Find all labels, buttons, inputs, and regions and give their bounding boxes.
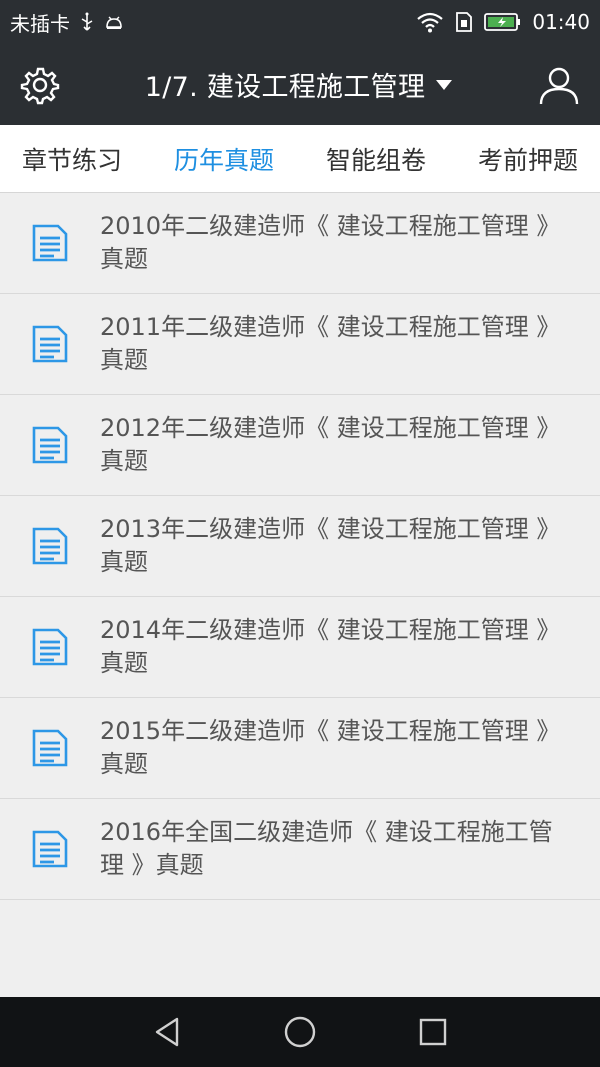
android-debug-icon [104, 13, 124, 31]
tab-bar: 章节练习 历年真题 智能组卷 考前押题 [0, 125, 600, 193]
list-item[interactable]: 2011年二级建造师《 建设工程施工管理 》真题 [0, 294, 600, 395]
page-title: 1/7. 建设工程施工管理 [144, 72, 426, 103]
document-icon [30, 829, 70, 869]
document-icon [30, 627, 70, 667]
settings-gear-icon[interactable] [20, 65, 60, 105]
list-item[interactable]: 2015年二级建造师《 建设工程施工管理 》真题 [0, 698, 600, 799]
tab-smart-paper[interactable]: 智能组卷 [324, 131, 428, 187]
back-triangle-icon[interactable] [147, 1012, 187, 1052]
status-bar: 未插卡 01:40 [0, 0, 600, 44]
tab-chapter-practice[interactable]: 章节练习 [20, 131, 124, 187]
dropdown-caret-icon [435, 79, 453, 91]
tab-pre-exam-prediction[interactable]: 考前押题 [476, 131, 580, 187]
status-left: 未插卡 [10, 8, 124, 37]
document-icon [30, 324, 70, 364]
home-circle-icon[interactable] [280, 1012, 320, 1052]
list-item[interactable]: 2012年二级建造师《 建设工程施工管理 》真题 [0, 395, 600, 496]
recents-square-icon[interactable] [413, 1012, 453, 1052]
sim-icon [454, 11, 474, 33]
battery-charging-icon [484, 12, 522, 32]
tab-past-exams[interactable]: 历年真题 [172, 131, 276, 187]
list-item-title: 2012年二级建造师《 建设工程施工管理 》真题 [100, 414, 561, 475]
clock-text: 01:40 [532, 10, 590, 34]
document-icon [30, 526, 70, 566]
document-icon [30, 728, 70, 768]
carrier-text: 未插卡 [10, 11, 70, 36]
list-item-title: 2015年二级建造师《 建设工程施工管理 》真题 [100, 717, 561, 778]
wifi-icon [416, 11, 444, 33]
list-item-title: 2016年全国二级建造师《 建设工程施工管理 》真题 [100, 818, 553, 879]
usb-icon [80, 12, 94, 32]
list-item-title: 2013年二级建造师《 建设工程施工管理 》真题 [100, 515, 561, 576]
list-item[interactable]: 2013年二级建造师《 建设工程施工管理 》真题 [0, 496, 600, 597]
user-profile-icon[interactable] [538, 64, 580, 106]
document-icon [30, 223, 70, 263]
subject-selector[interactable]: 1/7. 建设工程施工管理 [145, 65, 454, 104]
document-icon [30, 425, 70, 465]
list-item-title: 2010年二级建造师《 建设工程施工管理 》真题 [100, 212, 561, 273]
list-item[interactable]: 2010年二级建造师《 建设工程施工管理 》真题 [0, 193, 600, 294]
list-item[interactable]: 2014年二级建造师《 建设工程施工管理 》真题 [0, 597, 600, 698]
system-nav-bar [0, 997, 600, 1067]
list-item-title: 2011年二级建造师《 建设工程施工管理 》真题 [100, 313, 561, 374]
list-item-title: 2014年二级建造师《 建设工程施工管理 》真题 [100, 616, 561, 677]
app-bar: 1/7. 建设工程施工管理 [0, 44, 600, 125]
exam-list: 2010年二级建造师《 建设工程施工管理 》真题 2011年二级建造师《 建设工… [0, 193, 600, 900]
list-item[interactable]: 2016年全国二级建造师《 建设工程施工管理 》真题 [0, 799, 600, 900]
status-right: 01:40 [416, 10, 590, 34]
